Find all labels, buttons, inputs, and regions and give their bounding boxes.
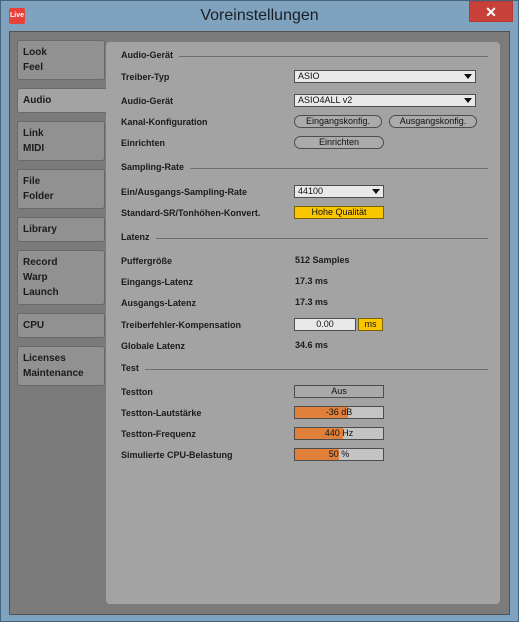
output-config-button[interactable]: Ausgangskonfig. (389, 115, 477, 128)
cpu-load-label: Simulierte CPU-Belastung (121, 450, 233, 460)
setup-button[interactable]: Einrichten (294, 136, 384, 149)
driver-compensation-label: Treiberfehler-Kompensation (121, 320, 242, 330)
sidebar-item-launch[interactable]: Launch (23, 285, 99, 300)
audio-device-dropdown[interactable]: ASIO4ALL v2 (294, 94, 476, 107)
sr-conversion-toggle[interactable]: Hohe Qualität (294, 206, 384, 219)
input-config-button[interactable]: Eingangskonfig. (294, 115, 382, 128)
preferences-sidebar: Look Feel Audio Link MIDI File Folder Library Re… (17, 40, 117, 394)
test-frequency-value: 440 Hz (324, 428, 354, 438)
driver-type-label: Treiber-Typ (121, 72, 170, 82)
window-title: Voreinstellungen (200, 7, 319, 24)
section-audio-device: Audio-Gerät (121, 50, 488, 64)
sidebar-item-look[interactable]: Look (23, 45, 99, 60)
sidebar-item-record[interactable]: Record (23, 255, 99, 270)
sidebar-tab-group[interactable]: Link MIDI (17, 121, 105, 161)
audio-device-value: ASIO4ALL v2 (298, 95, 353, 105)
section-title: Latenz (121, 232, 156, 242)
sampling-rate-dropdown[interactable]: 44100 (294, 185, 384, 198)
test-tone-toggle[interactable]: Aus (294, 385, 384, 398)
section-divider (121, 238, 488, 239)
test-volume-label: Testton-Lautstärke (121, 408, 202, 418)
sidebar-item-feel[interactable]: Feel (23, 60, 99, 75)
chevron-down-icon (372, 189, 380, 194)
sidebar-tab-group[interactable]: Licenses Maintenance (17, 346, 105, 386)
section-divider (121, 369, 488, 370)
sidebar-tab-group[interactable]: File Folder (17, 169, 105, 209)
chevron-down-icon (464, 74, 472, 79)
audio-settings-panel: Audio-Gerät Treiber-Typ ASIO Audio-Gerät… (106, 42, 500, 604)
sidebar-tab-group[interactable]: Audio (17, 88, 117, 113)
sidebar-tab-group[interactable]: Library (17, 217, 105, 242)
setup-label: Einrichten (121, 138, 166, 148)
section-title: Audio-Gerät (121, 50, 180, 60)
sidebar-item-folder[interactable]: Folder (23, 189, 99, 204)
cpu-load-value: 50 % (328, 449, 350, 459)
sidebar-tab-group[interactable]: Record Warp Launch (17, 250, 105, 305)
input-latency-value: 17.3 ms (295, 276, 329, 286)
output-latency-value: 17.3 ms (295, 297, 329, 307)
sidebar-item-library[interactable]: Library (23, 222, 99, 237)
input-latency-label: Eingangs-Latenz (121, 277, 194, 287)
driver-compensation-unit: ms (358, 318, 383, 331)
preferences-window: Live Voreinstellungen ✕ Look Feel Audio Lin… (0, 0, 519, 622)
section-title: Sampling-Rate (121, 162, 191, 172)
sidebar-tab-group[interactable]: Look Feel (17, 40, 105, 80)
sidebar-item-cpu[interactable]: CPU (23, 318, 99, 333)
section-latency: Latenz (121, 232, 488, 246)
sidebar-item-midi[interactable]: MIDI (23, 141, 99, 156)
sidebar-item-maintenance[interactable]: Maintenance (23, 366, 99, 381)
sidebar-tab-group[interactable]: CPU (17, 313, 105, 338)
sidebar-item-warp[interactable]: Warp (23, 270, 99, 285)
buffer-size-label: Puffergröße (121, 256, 173, 266)
test-frequency-label: Testton-Frequenz (121, 429, 196, 439)
sidebar-item-link[interactable]: Link (23, 126, 99, 141)
sr-conversion-label: Standard-SR/Tonhöhen-Konvert. (121, 208, 261, 218)
test-volume-value: -36 dB (325, 407, 353, 417)
sidebar-item-file[interactable]: File (23, 174, 99, 189)
channel-config-label: Kanal-Konfiguration (121, 117, 208, 127)
output-latency-label: Ausgangs-Latenz (121, 298, 197, 308)
test-volume-slider[interactable]: -36 dB (294, 406, 384, 419)
section-title: Test (121, 363, 145, 373)
test-tone-label: Testton (121, 387, 153, 397)
driver-type-value: ASIO (298, 71, 320, 81)
section-sampling-rate: Sampling-Rate (121, 162, 488, 176)
total-latency-label: Globale Latenz (121, 341, 186, 351)
sidebar-item-audio[interactable]: Audio (23, 93, 112, 108)
sampling-rate-value: 44100 (298, 186, 324, 196)
buffer-size-value: 512 Samples (295, 255, 350, 265)
test-frequency-slider[interactable]: 440 Hz (294, 427, 384, 440)
driver-compensation-input[interactable]: 0.00 (294, 318, 356, 331)
section-test: Test (121, 363, 488, 377)
cpu-load-slider[interactable]: 50 % (294, 448, 384, 461)
sampling-rate-label: Ein/Ausgangs-Sampling-Rate (121, 187, 248, 197)
total-latency-value: 34.6 ms (295, 340, 329, 350)
sidebar-item-licenses[interactable]: Licenses (23, 351, 99, 366)
title-bar[interactable]: Live Voreinstellungen ✕ (1, 1, 518, 31)
client-area: Look Feel Audio Link MIDI File Folder Library Re… (9, 31, 510, 615)
audio-device-label: Audio-Gerät (121, 96, 174, 106)
driver-type-dropdown[interactable]: ASIO (294, 70, 476, 83)
chevron-down-icon (464, 98, 472, 103)
close-button[interactable]: ✕ (469, 1, 513, 22)
